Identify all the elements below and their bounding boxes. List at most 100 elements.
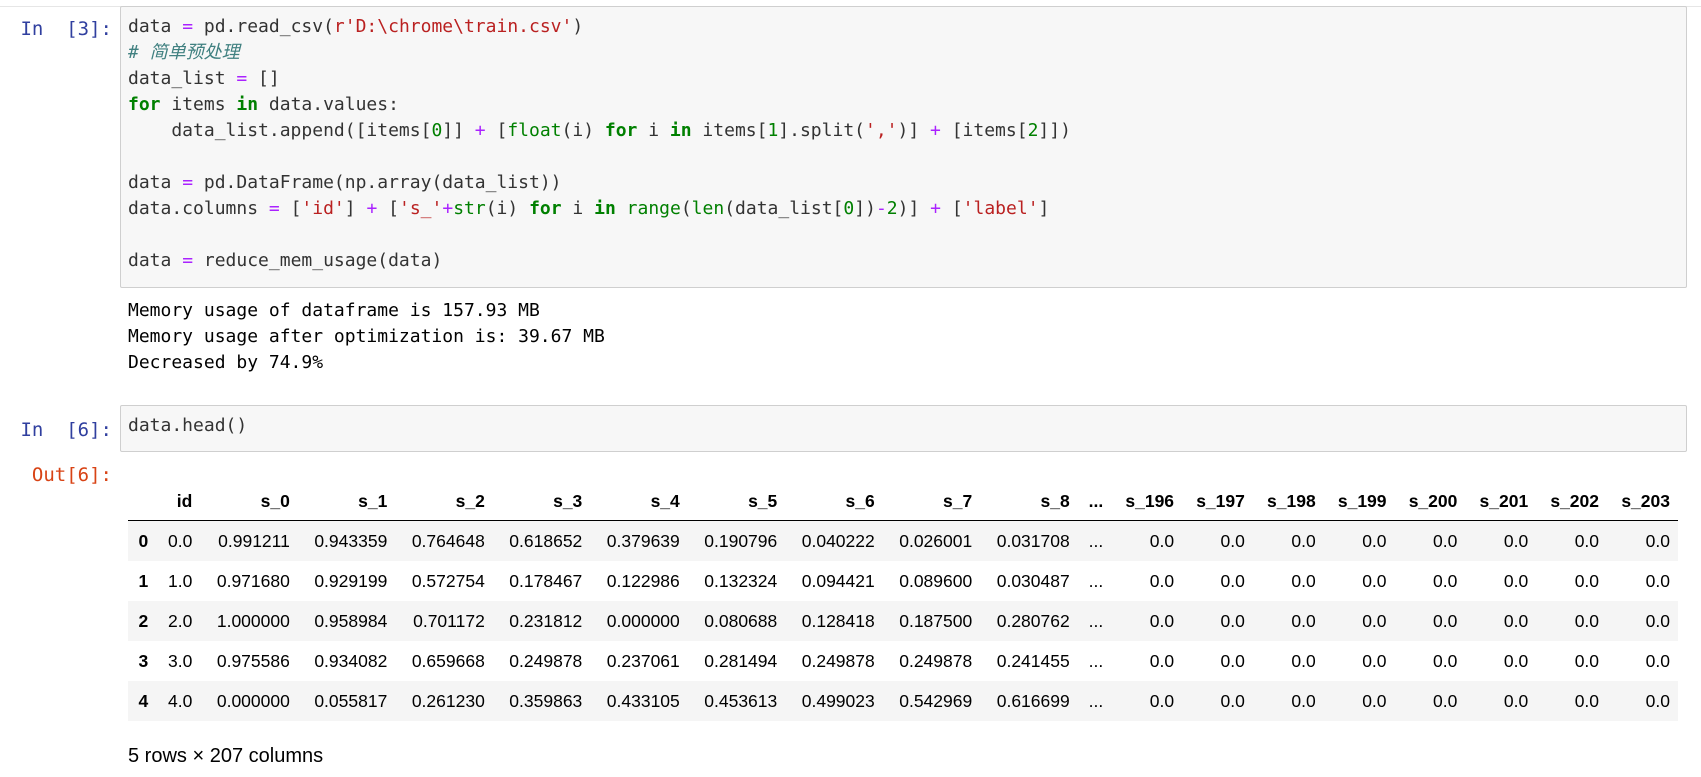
code-token: pd.DataFrame(np.array(data_list))	[193, 172, 562, 193]
table-cell: 0.0	[1220, 650, 1245, 671]
table-cell: 0.0	[1433, 690, 1458, 711]
output-prompt-6: Out[6]:	[31, 464, 112, 486]
column-header: s_202	[1536, 482, 1608, 521]
column-header: s_6	[785, 482, 883, 521]
row-index: 4	[138, 690, 149, 711]
table-cell: 0.958984	[314, 610, 388, 631]
table-cell: 0.943359	[314, 530, 388, 551]
code-token: i	[637, 120, 670, 141]
code-token: data	[128, 16, 183, 37]
code-token: +	[930, 198, 941, 219]
table-cell: 0.379639	[606, 530, 680, 551]
table-cell: 0.0	[1291, 530, 1316, 551]
table-cell: 0.094421	[801, 570, 875, 591]
column-header: s_203	[1607, 482, 1678, 521]
code-cell-3[interactable]: data = pd.read_csv(r'D:\chrome\train.csv…	[120, 6, 1687, 288]
code-token: [items[	[940, 120, 1028, 141]
code-token: ]]	[442, 120, 475, 141]
table-cell: 0.000000	[216, 690, 290, 711]
table-cell: 0.031708	[996, 530, 1070, 551]
table-cell: ...	[1088, 650, 1104, 671]
table-cell: 0.0	[1574, 530, 1600, 551]
code-token: in	[236, 94, 259, 115]
table-cell: 0.929199	[314, 570, 388, 591]
column-header: s_196	[1111, 482, 1183, 521]
code-token: reduce_mem_usage(data)	[193, 250, 443, 271]
column-header: s_0	[200, 482, 298, 521]
table-cell: 0.0	[1149, 570, 1175, 591]
table-cell: 0.237061	[606, 650, 680, 671]
table-cell: ...	[1088, 610, 1104, 631]
table-cell: 0.030487	[996, 570, 1070, 591]
code-cell-6[interactable]: data.head()	[120, 405, 1687, 452]
column-header: s_198	[1252, 482, 1324, 521]
column-header: s_200	[1394, 482, 1466, 521]
table-cell: 0.231812	[509, 610, 583, 631]
index-header	[128, 482, 157, 521]
table-cell: 0.433105	[606, 690, 680, 711]
table-row: 2 2.0 1.000000 0.958984 0.701172 0.231812 0.00…	[128, 601, 1678, 641]
column-header: s_1	[297, 482, 396, 521]
code-token: data.columns	[128, 198, 269, 219]
table-cell: 0.453613	[704, 690, 778, 711]
column-header: ...	[1077, 482, 1112, 521]
column-header: id	[156, 482, 201, 521]
code-token: [	[279, 198, 302, 219]
stdout-line: Decreased by 74.9%	[128, 352, 324, 373]
table-cell: 0.000000	[606, 610, 680, 631]
code-token: =	[236, 68, 248, 89]
table-cell: 0.089600	[899, 570, 973, 591]
code-token: data.values:	[258, 94, 399, 115]
table-cell: 0.975586	[216, 650, 290, 671]
table-cell: 0.991211	[218, 530, 290, 551]
table-cell: 0.0	[1291, 690, 1316, 711]
table-cell: 0.0	[1503, 570, 1529, 591]
code-line: data = reduce_mem_usage(data)	[128, 248, 1678, 274]
code-line: for items in data.values:	[128, 92, 1678, 118]
code-token: r'D:\chrome\train.csv'	[333, 16, 573, 37]
code-token: str	[453, 198, 486, 219]
code-token: 'id'	[301, 198, 345, 219]
stdout-line: Memory usage after optimization is: 39.6…	[128, 326, 605, 347]
table-cell: 0.0	[1362, 610, 1387, 631]
table-cell: ...	[1088, 530, 1104, 551]
table-cell: 0.0	[1433, 570, 1458, 591]
code-token: )	[572, 16, 584, 37]
code-token: ]	[1038, 198, 1050, 219]
code-token: # 简单预处理	[128, 42, 240, 63]
code-line: # 简单预处理	[128, 40, 1678, 66]
table-cell: 0.934082	[314, 650, 388, 671]
table-cell: 0.040222	[801, 530, 875, 551]
table-cell: ...	[1088, 690, 1104, 711]
table-cell: 0.0	[1362, 530, 1387, 551]
table-cell: ...	[1088, 570, 1104, 591]
table-cell: 0.241455	[996, 650, 1070, 671]
table-cell: 0.249878	[509, 650, 583, 671]
table-row: 3 3.0 0.975586 0.934082 0.659668 0.249878 0.23…	[128, 641, 1678, 681]
table-cell: 0.764648	[411, 530, 485, 551]
table-cell: 0.281494	[704, 650, 778, 671]
code-token: ]])	[1038, 120, 1071, 141]
table-cell: 0.0	[1503, 610, 1529, 631]
code-editor[interactable]: data.head()	[121, 406, 1686, 439]
column-header: s_199	[1323, 482, 1395, 521]
code-token: 2	[886, 198, 898, 219]
table-cell: 0.616699	[996, 690, 1070, 711]
table-cell: 0.178467	[509, 570, 583, 591]
table-cell: 0.0	[1574, 570, 1600, 591]
code-line: data_list = []	[128, 66, 1678, 92]
table-cell: 0.190796	[704, 530, 778, 551]
table-cell: 0.542969	[899, 690, 973, 711]
table-cell: 0.0	[1503, 530, 1529, 551]
column-header: s_197	[1182, 482, 1253, 521]
code-token: in	[669, 120, 692, 141]
code-token: for	[128, 94, 161, 115]
code-editor[interactable]: data = pd.read_csv(r'D:\chrome\train.csv…	[121, 7, 1686, 274]
column-header: s_8	[980, 482, 1078, 521]
table-cell: 0.0	[1220, 610, 1245, 631]
table-cell: 0.0	[1362, 650, 1387, 671]
table-cell: 0.0	[1645, 530, 1670, 551]
code-token: []	[247, 68, 280, 89]
code-token: (i)	[561, 120, 605, 141]
